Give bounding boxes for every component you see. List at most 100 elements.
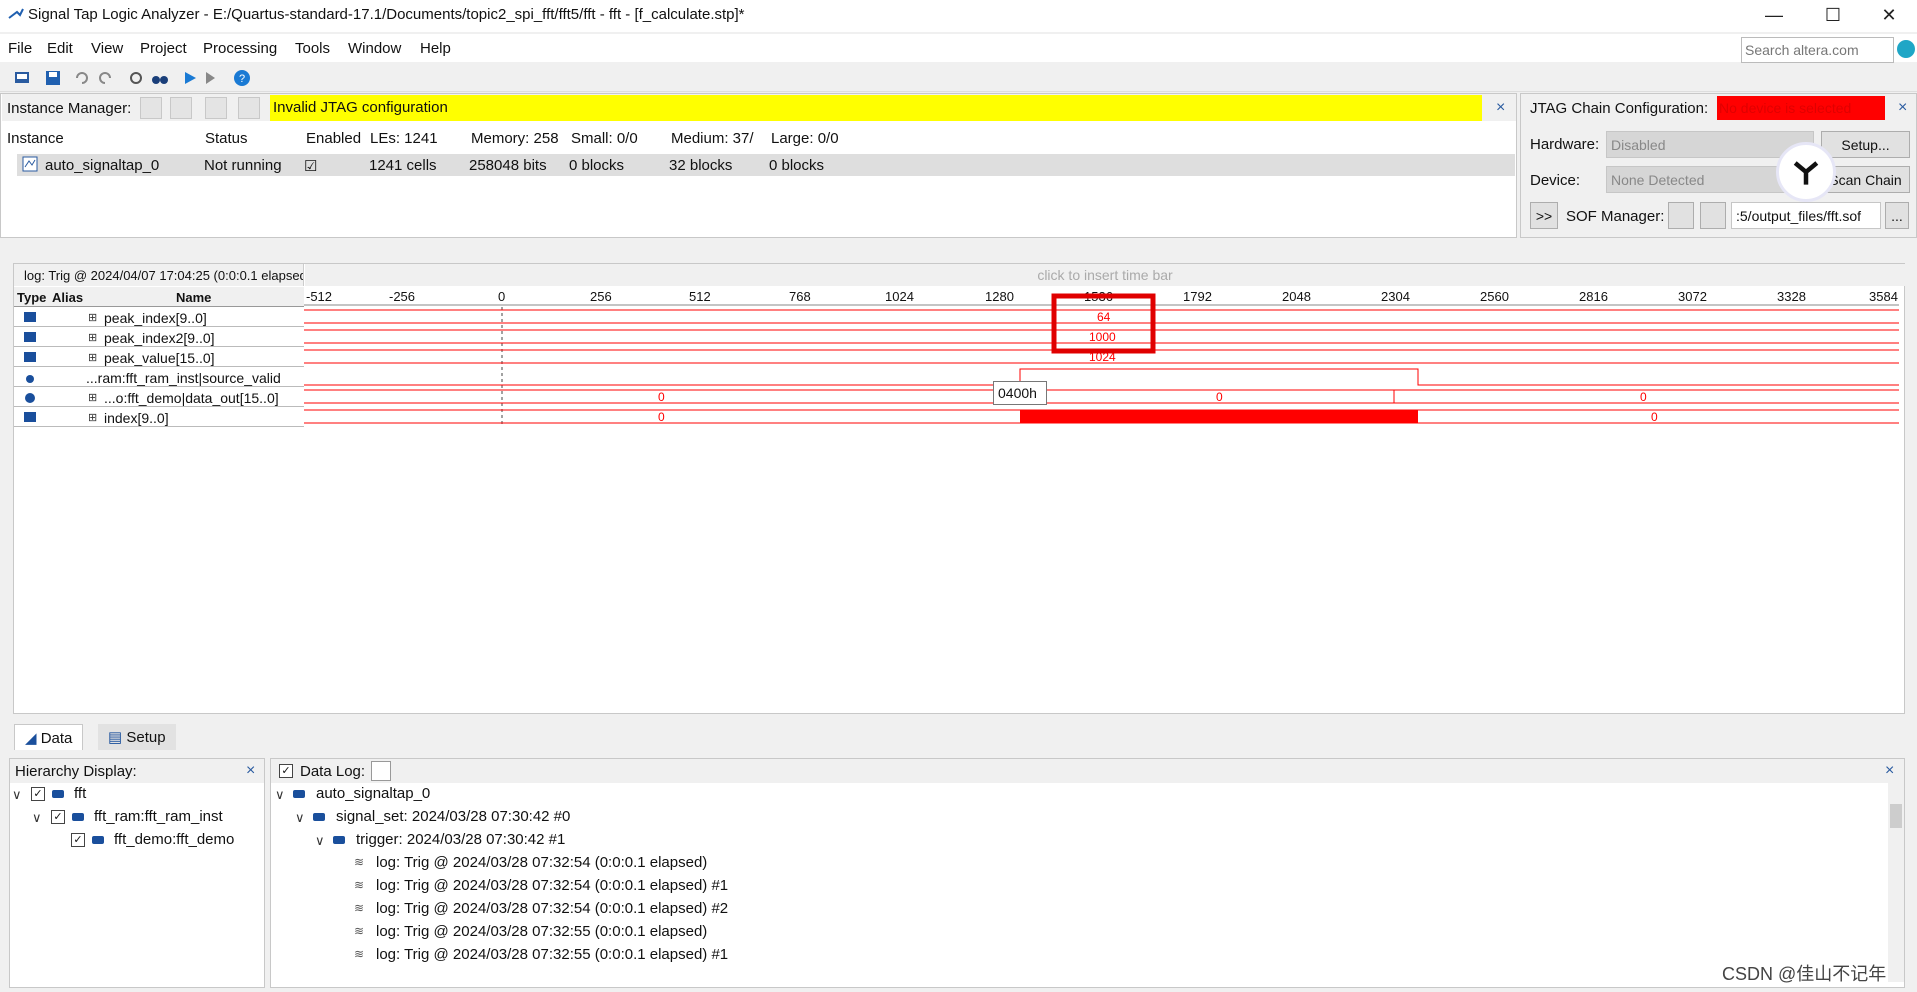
close-instance-manager-icon[interactable]: × [1496,99,1505,117]
chevron-down-icon[interactable]: ∨ [275,787,285,803]
maximize-button[interactable]: ☐ [1806,0,1860,32]
datalog-title: Data Log: [300,763,366,780]
scrollbar-thumb[interactable] [1890,804,1902,828]
run-analysis-icon[interactable] [181,69,199,87]
instance-manager-icon[interactable] [13,69,31,87]
datalog-trigger[interactable]: trigger: 2024/03/28 07:30:42 #1 [356,831,565,848]
menu-tools[interactable]: Tools [295,40,330,57]
program-device-button[interactable] [1668,202,1694,229]
col-instance[interactable]: Instance [7,130,64,147]
close-hierarchy-icon[interactable]: × [246,762,255,780]
waveform-icon: ◢ [25,730,41,747]
col-enabled[interactable]: Enabled [306,130,361,147]
time-tick: 512 [689,289,711,304]
globe-icon[interactable] [1897,40,1915,58]
hierarchy-item[interactable]: fft_ram:fft_ram_inst [94,808,223,825]
hierarchy-node-icon [92,836,104,844]
hierarchy-item[interactable]: fft [74,785,86,802]
hierarchy-item[interactable]: fft_demo:fft_demo [114,831,234,848]
run-button[interactable] [170,97,192,119]
read-data-button[interactable] [238,97,260,119]
timebar-hint[interactable]: click to insert time bar [305,264,1905,286]
datalog-scrollbar[interactable] [1888,782,1904,982]
search-input[interactable]: Search altera.com [1741,37,1894,63]
expand-plus-icon[interactable]: ⊞ [88,311,97,324]
datalog-entry[interactable]: log: Trig @ 2024/03/28 07:32:54 (0:0:0.1… [376,877,728,894]
browse-button[interactable]: ... [1885,202,1909,229]
log-icon: ≋ [354,855,365,869]
menu-processing[interactable]: Processing [203,40,277,57]
setup-button[interactable]: Setup... [1821,131,1910,158]
datalog-entry[interactable]: log: Trig @ 2024/03/28 07:32:55 (0:0:0.1… [376,946,728,963]
hierarchy-checkbox[interactable]: ✓ [31,787,45,801]
tab-data-label: Data [40,730,73,747]
tab-setup[interactable]: ▤ Setup [98,724,176,750]
expand-plus-icon[interactable]: ⊞ [88,331,97,344]
enabled-checkbox[interactable]: ☑ [304,157,317,175]
hierarchy-checkbox[interactable]: ✓ [51,810,65,824]
help-icon[interactable]: ? [233,69,251,87]
sof-path-field[interactable]: :5/output_files/fft.sof [1731,202,1881,229]
menu-view[interactable]: View [91,40,123,57]
undo-icon[interactable] [73,69,91,87]
signal-row[interactable]: ⊞ peak_value[15..0] [14,347,304,367]
auto-run-button[interactable] [140,97,162,119]
datalog-sort-icon[interactable] [371,761,391,781]
stop-button[interactable] [205,97,227,119]
expand-button[interactable]: >> [1530,202,1558,229]
signal-name: peak_index[9..0] [104,310,207,326]
device-select[interactable]: None Detected [1606,166,1786,193]
col-memory[interactable]: Memory: 258 [471,130,559,147]
time-tick: 1024 [885,289,914,304]
menu-help[interactable]: Help [420,40,451,57]
datalog-root[interactable]: auto_signaltap_0 [316,785,430,802]
col-type: Type [17,290,47,305]
col-large[interactable]: Large: 0/0 [771,130,839,147]
wire-wave [304,368,1899,386]
signal-row[interactable]: ...ram:fft_ram_inst|source_valid [14,367,304,387]
hardware-label: Hardware: [1530,136,1600,153]
instance-medium: 32 blocks [669,157,733,174]
chevron-down-icon[interactable]: ∨ [12,787,22,803]
chevron-down-icon[interactable]: ∨ [295,810,305,826]
expand-plus-icon[interactable]: ⊞ [88,351,97,364]
attach-icon[interactable] [1700,202,1726,229]
signal-row[interactable]: ⊞ peak_index2[9..0] [14,327,304,347]
close-window-button[interactable]: ✕ [1862,0,1916,32]
minimize-button[interactable]: — [1747,0,1801,32]
signal-row[interactable]: ⊞ ...o:fft_demo|data_out[15..0] [14,387,304,407]
menu-project[interactable]: Project [140,40,187,57]
chevron-down-icon[interactable]: ∨ [32,810,42,826]
signal-row[interactable]: ⊞ peak_index[9..0] [14,307,304,327]
autorun-icon[interactable] [203,69,221,87]
expand-plus-icon[interactable]: ⊞ [88,391,97,404]
sof-manager-label: SOF Manager: [1566,208,1665,225]
chevron-down-icon[interactable]: ∨ [315,833,325,849]
menu-window[interactable]: Window [348,40,401,57]
close-datalog-icon[interactable]: × [1885,762,1894,780]
redo-icon[interactable] [96,69,114,87]
binoculars-icon[interactable] [151,69,169,87]
signal-row[interactable]: ⊞ index[9..0] [14,407,304,427]
node-finder-icon[interactable] [127,69,145,87]
datalog-entry[interactable]: log: Trig @ 2024/03/28 07:32:54 (0:0:0.1… [376,900,728,917]
datalog-checkbox[interactable]: ✓ [279,764,293,778]
col-small[interactable]: Small: 0/0 [571,130,638,147]
datalog-entry[interactable]: log: Trig @ 2024/03/28 07:32:55 (0:0:0.1… [376,923,707,940]
tab-data[interactable]: ◢ Data [14,724,84,750]
col-status[interactable]: Status [205,130,248,147]
expand-plus-icon[interactable]: ⊞ [88,411,97,424]
col-les[interactable]: LEs: 1241 [370,130,438,147]
col-medium[interactable]: Medium: 37/ [671,130,763,147]
menu-edit[interactable]: Edit [47,40,73,57]
datalog-signal-set[interactable]: signal_set: 2024/03/28 07:30:42 #0 [336,808,570,825]
save-icon[interactable] [44,69,62,87]
menu-file[interactable]: File [8,40,32,57]
hierarchy-checkbox[interactable]: ✓ [71,833,85,847]
datalog-entry[interactable]: log: Trig @ 2024/03/28 07:32:54 (0:0:0.1… [376,854,707,871]
waveform-canvas[interactable]: -512 -256 0 256 512 768 1024 1280 1536 1… [304,287,1904,427]
signal-header: Type Alias Name [14,287,304,307]
instance-icon [293,790,305,798]
close-jtag-icon[interactable]: × [1898,99,1907,117]
time-tick: 2560 [1480,289,1509,304]
